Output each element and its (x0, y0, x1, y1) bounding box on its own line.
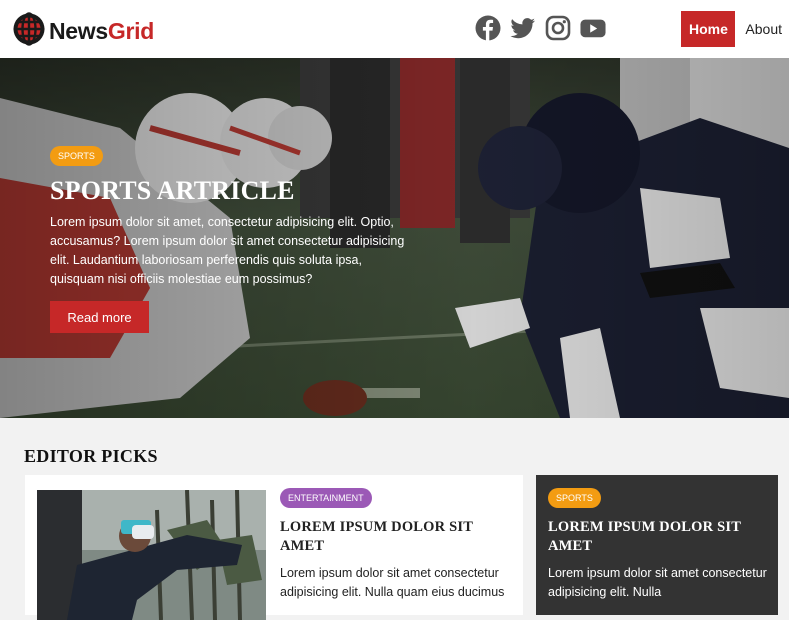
card-body: SPORTS LOREM IPSUM DOLOR SIT AMET Lorem … (548, 488, 768, 602)
nav-home[interactable]: Home (681, 11, 736, 47)
hero-title: SPORTS ARTRICLE (50, 176, 295, 205)
card-text: Lorem ipsum dolor sit amet consectetur a… (548, 566, 767, 599)
nav-about[interactable]: About (735, 11, 789, 47)
youtube-icon[interactable] (580, 14, 606, 42)
hero-category-badge[interactable]: SPORTS (50, 146, 103, 166)
card-image (37, 490, 266, 620)
social-links (475, 14, 606, 42)
site-header: NewsGrid Home About (0, 0, 789, 58)
card-text: Lorem ipsum dolor sit amet consectetur a… (280, 566, 505, 599)
hero-banner: SPORTS SPORTS ARTRICLE Lorem ipsum dolor… (0, 58, 789, 418)
card-category-badge[interactable]: ENTERTAINMENT (280, 488, 372, 508)
read-more-button[interactable]: Read more (50, 301, 149, 333)
twitter-icon[interactable] (510, 14, 536, 42)
main-nav: Home About (681, 11, 789, 47)
card-title[interactable]: LOREM IPSUM DOLOR SIT AMET (548, 518, 768, 556)
brand-name: NewsGrid (49, 18, 154, 44)
editor-picks-heading: EDITOR PICKS (24, 446, 158, 466)
globe-icon (12, 12, 46, 51)
instagram-icon[interactable] (545, 14, 571, 42)
hero-content: SPORTS SPORTS ARTRICLE Lorem ipsum dolor… (50, 146, 410, 333)
pick-card-dark[interactable]: SPORTS LOREM IPSUM DOLOR SIT AMET Lorem … (536, 475, 778, 615)
card-body: ENTERTAINMENT LOREM IPSUM DOLOR SIT AMET… (280, 488, 510, 602)
facebook-icon[interactable] (475, 14, 501, 42)
card-title[interactable]: LOREM IPSUM DOLOR SIT AMET (280, 518, 510, 556)
hero-text: Lorem ipsum dolor sit amet, consectetur … (50, 215, 405, 286)
pick-card[interactable]: ENTERTAINMENT LOREM IPSUM DOLOR SIT AMET… (25, 475, 523, 620)
card-category-badge[interactable]: SPORTS (548, 488, 601, 508)
logo[interactable]: NewsGrid (12, 12, 154, 51)
